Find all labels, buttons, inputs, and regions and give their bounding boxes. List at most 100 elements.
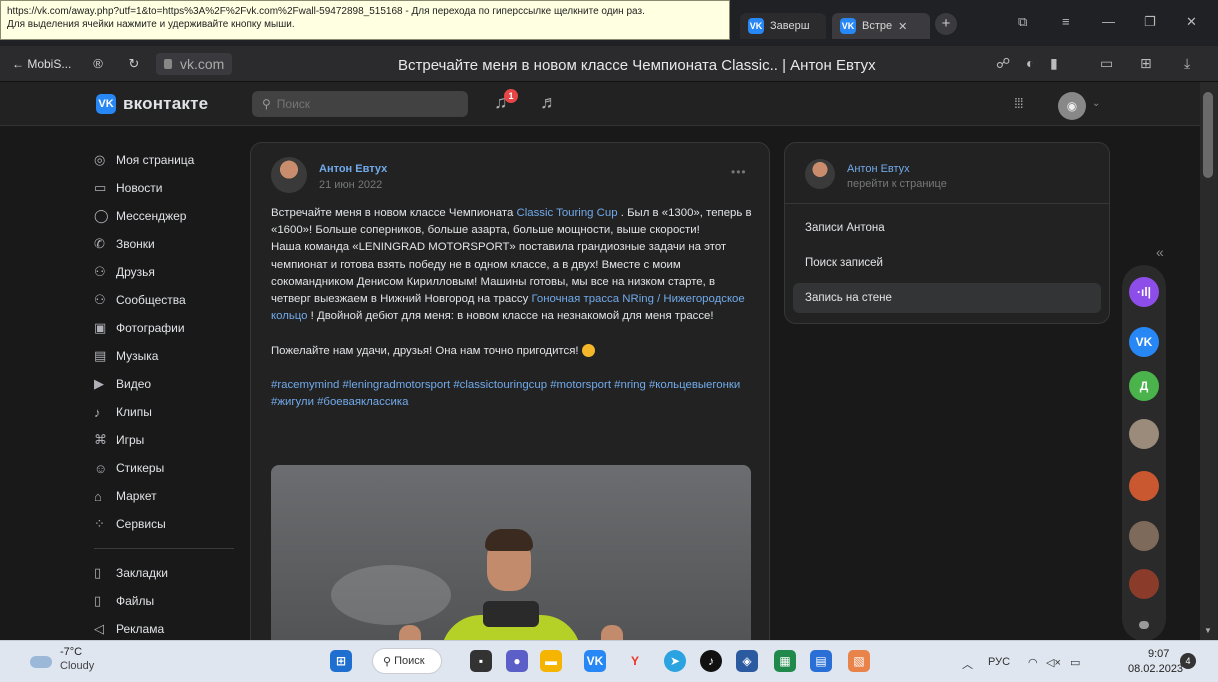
rail-contact-d[interactable]: Д bbox=[1129, 371, 1159, 401]
notification-center-badge[interactable]: 4 bbox=[1180, 653, 1196, 669]
menu-label: Игры bbox=[116, 433, 145, 447]
clock-date[interactable]: 08.02.2023 bbox=[1128, 663, 1183, 675]
vk-app-icon[interactable]: VK bbox=[584, 650, 606, 672]
classic-touring-cup-link[interactable]: Classic Touring Cup bbox=[516, 207, 617, 219]
maximize-button[interactable]: ❐ bbox=[1144, 14, 1156, 30]
menu-item-friends[interactable]: ⚇ Друзья bbox=[94, 258, 234, 286]
more-options-icon[interactable]: ••• bbox=[731, 165, 747, 179]
phone-icon: ✆ bbox=[94, 236, 105, 251]
tiktok-icon[interactable]: ♪ bbox=[700, 650, 722, 672]
url-field[interactable]: vk.com bbox=[156, 52, 233, 75]
taskbar-search[interactable]: ⚲ Поиск bbox=[372, 648, 442, 674]
apps-grid-icon[interactable]: ⁞⁞⁞ bbox=[1014, 95, 1024, 111]
lock-icon bbox=[164, 58, 172, 69]
menu-item-music[interactable]: ▤ Музыка bbox=[94, 342, 234, 370]
tab-2-active[interactable]: VK Встре ✕ bbox=[832, 13, 930, 39]
wifi-icon[interactable]: ◠ bbox=[1028, 656, 1038, 669]
menu-item-bookmarks[interactable]: ▯ Закладки bbox=[94, 559, 234, 587]
menu-item-files[interactable]: ▯ Файлы bbox=[94, 587, 234, 615]
author-avatar[interactable] bbox=[271, 157, 307, 193]
search-box[interactable]: ⚲ bbox=[252, 91, 468, 117]
tab-close-icon[interactable]: ✕ bbox=[898, 20, 907, 33]
photo-icon: ▣ bbox=[94, 320, 107, 335]
vk-brand[interactable]: вконтакте bbox=[123, 94, 208, 114]
menu-item-market[interactable]: ⌂ Маркет bbox=[94, 482, 234, 510]
reload-icon[interactable]: ↻ bbox=[122, 56, 146, 72]
post-date[interactable]: 21 июн 2022 bbox=[319, 179, 382, 191]
nav-item-anton-posts[interactable]: Записи Антона bbox=[793, 213, 1101, 243]
file-explorer-icon[interactable]: ▬ bbox=[540, 650, 562, 672]
rail-contact-avatar[interactable] bbox=[1129, 521, 1159, 551]
menu-item-news[interactable]: ▭ Новости bbox=[94, 174, 234, 202]
menu-item-services[interactable]: ⁘ Сервисы bbox=[94, 510, 234, 538]
tab-1[interactable]: VK Заверш bbox=[740, 13, 826, 39]
scrollbar-thumb[interactable] bbox=[1203, 92, 1213, 178]
photos-app-icon[interactable]: ▧ bbox=[848, 650, 870, 672]
go-to-page-link[interactable]: перейти к странице bbox=[847, 178, 947, 190]
rail-contact-avatar[interactable] bbox=[1129, 419, 1159, 449]
chevron-down-icon[interactable]: ⌄ bbox=[1092, 98, 1100, 109]
start-menu-icon[interactable]: ⊞ bbox=[330, 650, 352, 672]
security-app-icon[interactable]: ◈ bbox=[736, 650, 758, 672]
nav-item-wall-post[interactable]: Запись на стене bbox=[793, 283, 1101, 313]
menu-item-ads[interactable]: ◁ Реклама bbox=[94, 615, 234, 643]
menu-item-messenger[interactable]: ◯ Мессенджер bbox=[94, 202, 234, 230]
search-input[interactable] bbox=[276, 97, 447, 111]
notifications-bell-icon[interactable]: ♫ 1 bbox=[494, 89, 518, 116]
card-divider bbox=[785, 203, 1109, 204]
rail-label: Д bbox=[1139, 379, 1149, 393]
telegram-icon[interactable]: ➤ bbox=[664, 650, 686, 672]
new-tab-button[interactable]: + bbox=[935, 13, 957, 35]
author-name-link[interactable]: Антон Евтух bbox=[847, 163, 910, 175]
volume-icon[interactable]: ◁× bbox=[1046, 656, 1061, 669]
share-icon[interactable]: ☍ bbox=[996, 55, 1010, 72]
menu-item-calls[interactable]: ✆ Звонки bbox=[94, 230, 234, 258]
chat-bubble-icon[interactable] bbox=[1139, 621, 1149, 629]
spreadsheet-icon[interactable]: ▦ bbox=[774, 650, 796, 672]
docs-app-icon[interactable]: ▤ bbox=[810, 650, 832, 672]
tray-expand-icon[interactable]: ︿ bbox=[962, 656, 973, 672]
post-text-part: Встречайте меня в новом классе Чемпионат… bbox=[271, 207, 517, 219]
menu-item-photos[interactable]: ▣ Фотографии bbox=[94, 314, 234, 342]
task-view-icon[interactable]: ▪ bbox=[470, 650, 492, 672]
back-button[interactable]: ← MobiS... bbox=[12, 57, 86, 71]
menu-label: Клипы bbox=[116, 405, 152, 419]
hashtags[interactable]: #racemymind #leningradmotorsport #classi… bbox=[271, 379, 740, 408]
rail-app-vk[interactable]: VK bbox=[1129, 327, 1159, 357]
rail-contact-avatar[interactable] bbox=[1129, 471, 1159, 501]
clock-time[interactable]: 9:07 bbox=[1148, 648, 1169, 660]
left-menu: ◎ Моя страница ▭ Новости ◯ Мессенджер ✆ Звон… bbox=[94, 146, 234, 643]
download-icon[interactable]: ⤓ bbox=[1184, 55, 1190, 72]
nav-item-search-posts[interactable]: Поиск записей bbox=[793, 248, 1101, 278]
battery-icon[interactable]: ▭ bbox=[1100, 55, 1113, 72]
vk-logo-icon[interactable]: VK bbox=[96, 94, 116, 114]
collapse-rail-icon[interactable]: « bbox=[1156, 244, 1164, 260]
tabs-icon[interactable]: ⊞ bbox=[1140, 55, 1152, 72]
music-icon[interactable]: ♬ bbox=[540, 92, 558, 113]
rail-app-podcasts[interactable]: ·ıl| bbox=[1129, 277, 1159, 307]
incognito-icon[interactable]: ◐ bbox=[1026, 55, 1034, 71]
bookmark-icon[interactable]: ▮ bbox=[1050, 55, 1058, 72]
menu-item-stickers[interactable]: ☺ Стикеры bbox=[94, 454, 234, 482]
language-indicator[interactable]: РУС bbox=[988, 656, 1010, 668]
chat-app-icon[interactable]: ● bbox=[506, 650, 528, 672]
menu-item-communities[interactable]: ⚇ Сообщества bbox=[94, 286, 234, 314]
yandex-browser-icon[interactable]: Y bbox=[624, 650, 646, 672]
menu-icon[interactable]: ≡ bbox=[1062, 14, 1070, 29]
wall-post: Антон Евтух 21 июн 2022 ••• Встречайте м… bbox=[250, 142, 770, 682]
scroll-down-icon[interactable]: ▼ bbox=[1204, 626, 1212, 635]
minimize-button[interactable]: — bbox=[1102, 14, 1115, 29]
menu-item-my-page[interactable]: ◎ Моя страница bbox=[94, 146, 234, 174]
collections-icon[interactable]: ⧉ bbox=[1018, 14, 1027, 30]
close-window-button[interactable]: ✕ bbox=[1186, 14, 1197, 30]
menu-label: Стикеры bbox=[116, 461, 165, 475]
menu-item-video[interactable]: ▶ Видео bbox=[94, 370, 234, 398]
menu-item-clips[interactable]: ♪ Клипы bbox=[94, 398, 234, 426]
user-avatar[interactable]: ◉ bbox=[1058, 92, 1086, 120]
battery-tray-icon[interactable]: ▭ bbox=[1070, 656, 1080, 669]
menu-item-games[interactable]: ⌘ Игры bbox=[94, 426, 234, 454]
post-author-link[interactable]: Антон Евтух bbox=[319, 163, 387, 175]
rail-contact-avatar[interactable] bbox=[1129, 569, 1159, 599]
author-avatar-small[interactable] bbox=[805, 159, 835, 189]
shield-icon[interactable]: ® bbox=[86, 56, 110, 71]
